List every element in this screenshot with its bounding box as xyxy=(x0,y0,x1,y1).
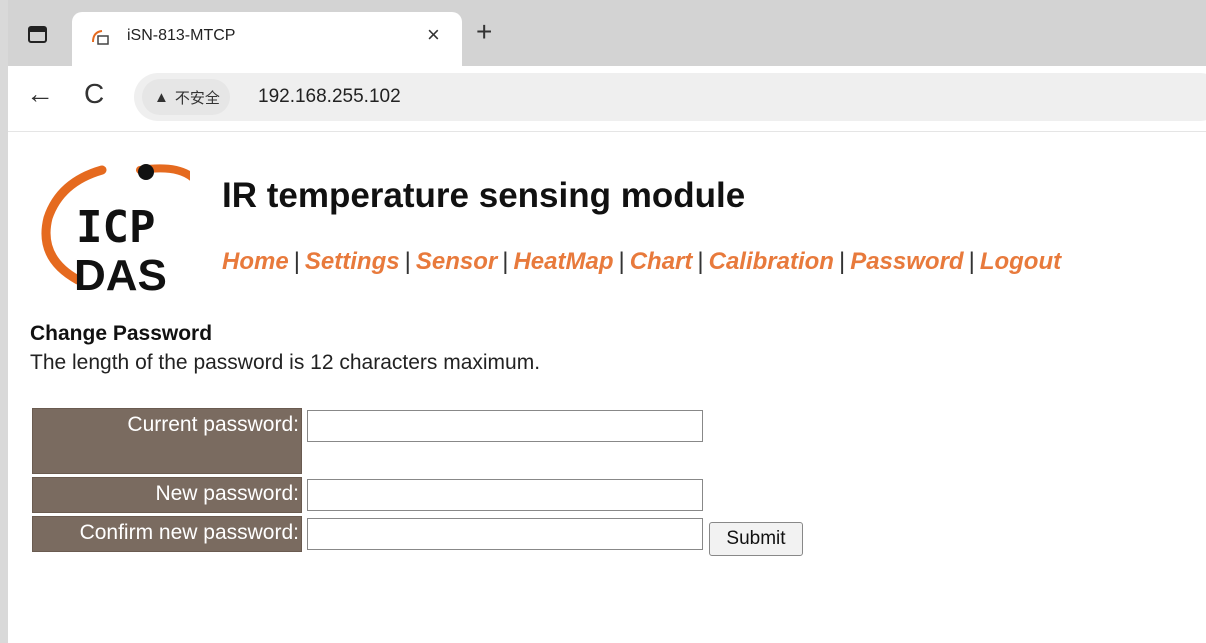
nav-sensor-link[interactable]: Sensor xyxy=(416,248,497,275)
section-title: Change Password xyxy=(30,322,213,345)
nav-separator: | xyxy=(404,248,411,275)
tab-close-icon[interactable]: × xyxy=(427,24,440,46)
omnibox[interactable]: ▲ 不安全 192.168.255.102 xyxy=(134,73,1206,121)
icpdas-logo: ICP DAS xyxy=(41,164,190,296)
new-tab-icon[interactable]: + xyxy=(476,18,492,46)
nav-separator: | xyxy=(618,248,625,275)
nav-logout-link[interactable]: Logout xyxy=(980,248,1061,275)
current-password-row: Current password: xyxy=(32,408,803,474)
back-arrow-icon[interactable]: ← xyxy=(26,80,54,108)
window-menu-icon[interactable] xyxy=(28,26,47,43)
new-password-label: New password: xyxy=(32,477,302,513)
nav-home-link[interactable]: Home xyxy=(222,248,289,275)
tab-title: iSN-813-MTCP xyxy=(127,27,236,44)
page-title: IR temperature sensing module xyxy=(222,176,746,215)
nav-separator: | xyxy=(968,248,975,275)
url-text[interactable]: 192.168.255.102 xyxy=(258,86,401,108)
address-bar: ← C ▲ 不安全 192.168.255.102 xyxy=(8,66,1206,132)
new-password-input[interactable] xyxy=(307,479,703,511)
nav-separator: | xyxy=(838,248,846,275)
nav-separator: | xyxy=(502,248,509,275)
nav-heatmap-link[interactable]: HeatMap xyxy=(513,248,613,275)
nav-chart-link[interactable]: Chart xyxy=(630,248,693,275)
nav-separator: | xyxy=(697,248,704,275)
nav-password-link[interactable]: Password xyxy=(850,248,963,275)
new-password-row: New password: xyxy=(32,477,803,513)
main-nav: Home | Settings | Sensor | HeatMap | Chart | Calib… xyxy=(222,248,1061,276)
confirm-password-row: Confirm new password: Submit xyxy=(32,516,803,556)
warning-triangle-icon: ▲ xyxy=(154,88,169,106)
window-left-edge xyxy=(0,0,8,643)
browser-tab[interactable]: iSN-813-MTCP × xyxy=(72,12,462,66)
security-chip[interactable]: ▲ 不安全 xyxy=(142,79,230,115)
logo-text-das: DAS xyxy=(74,251,167,296)
password-length-note: The length of the password is 12 charact… xyxy=(30,351,541,374)
nav-calibration-link[interactable]: Calibration xyxy=(709,248,834,275)
nav-settings-link[interactable]: Settings xyxy=(305,248,400,275)
confirm-password-input[interactable] xyxy=(307,518,703,550)
submit-button[interactable]: Submit xyxy=(709,522,803,556)
page-content: ICP DAS IR temperature sensing module Ho… xyxy=(8,132,1206,643)
reload-icon[interactable]: C xyxy=(84,80,104,108)
nav-separator: | xyxy=(293,248,300,275)
current-password-label: Current password: xyxy=(32,408,302,474)
current-password-input[interactable] xyxy=(307,410,703,442)
icpdas-favicon-icon xyxy=(92,30,109,45)
logo-text-icp: ICP xyxy=(76,202,155,253)
security-label: 不安全 xyxy=(174,89,220,107)
confirm-password-label: Confirm new password: xyxy=(32,516,302,552)
browser-tab-bar: iSN-813-MTCP × + xyxy=(0,0,1206,66)
change-password-form: Current password: New password: Confirm … xyxy=(32,408,803,556)
